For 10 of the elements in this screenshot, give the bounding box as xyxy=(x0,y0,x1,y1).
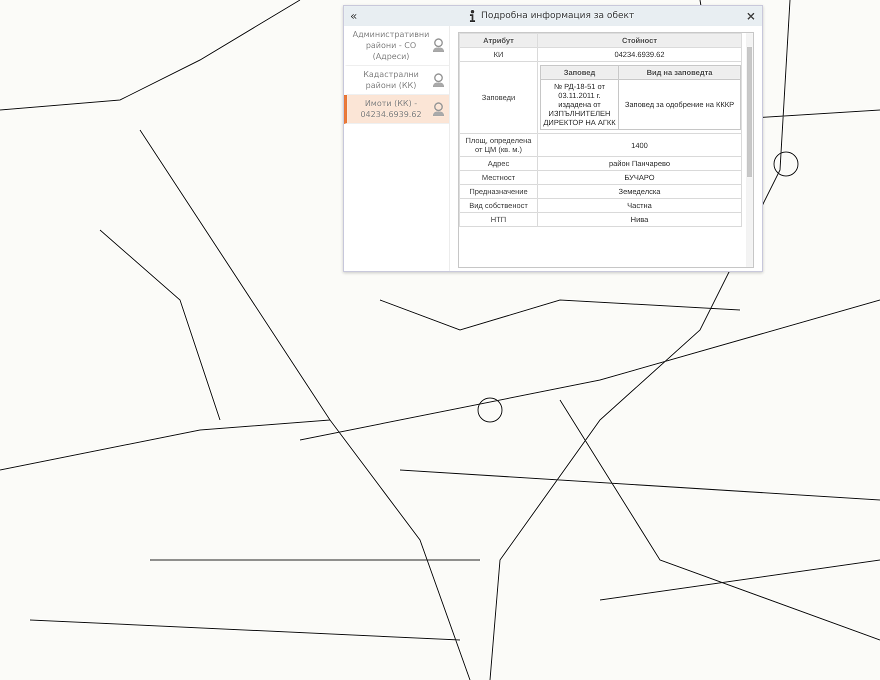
scrollbar[interactable] xyxy=(746,33,753,267)
person-icon xyxy=(432,72,445,88)
panel-title: Подробна информация за обект xyxy=(481,11,634,21)
close-button[interactable]: × xyxy=(744,9,758,23)
layer-item[interactable]: Административни райони - СО (Адреси) xyxy=(344,26,449,66)
person-icon xyxy=(432,102,445,116)
info-icon xyxy=(469,10,476,22)
person-icon xyxy=(432,38,445,53)
layer-item[interactable]: Имоти (КК) - 04234.6939.62 xyxy=(344,95,449,124)
collapse-button[interactable]: « xyxy=(348,9,360,23)
